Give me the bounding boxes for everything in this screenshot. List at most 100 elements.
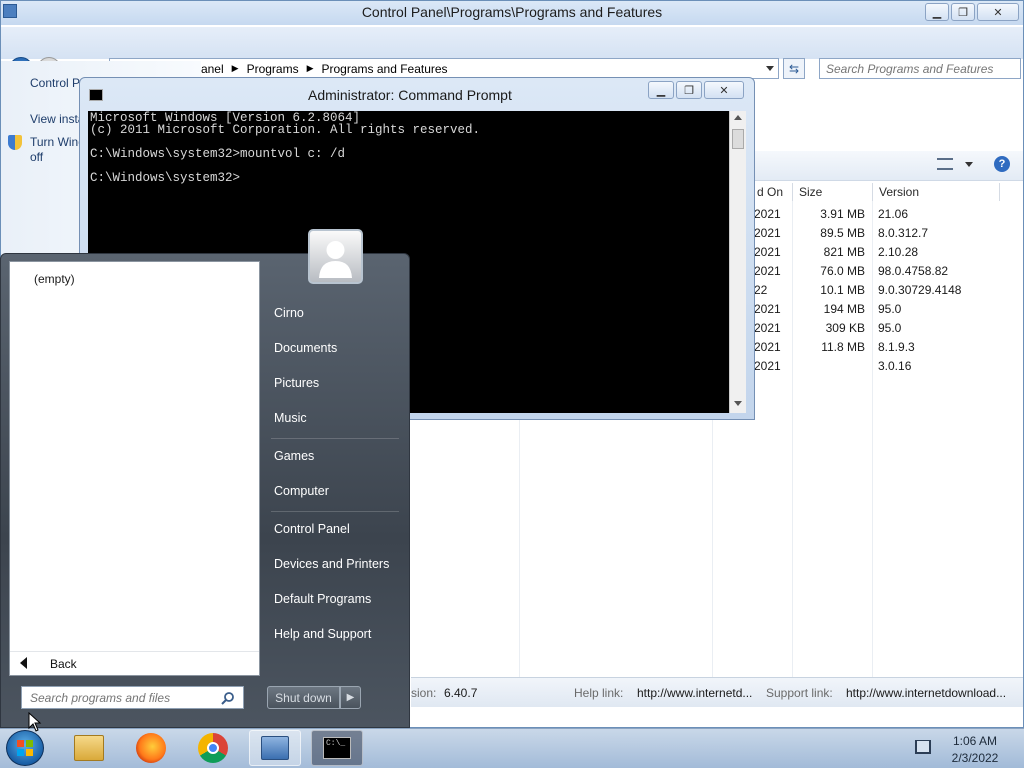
breadcrumb-item[interactable]: Programs (247, 62, 299, 76)
taskbar-chrome-button[interactable] (187, 730, 239, 766)
shutdown-button[interactable]: Shut down (267, 686, 340, 709)
cp-address-bar: ← → ↑ ▶ Control Panel ▶ Programs ▶ Progr… (1, 27, 1023, 81)
cmd-window-title: Administrator: Command Prompt (308, 87, 512, 103)
cell-version: 2.10.28 (878, 245, 919, 259)
cmd-line: C:\Windows\system32>mountvol c: /d (90, 147, 346, 161)
programs-empty-label: (empty) (34, 272, 75, 286)
cell-installed-on: 2021 (754, 264, 781, 278)
start-item-control-panel[interactable]: Control Panel (274, 522, 350, 536)
cell-size: 194 MB (823, 302, 865, 316)
taskbar-control-panel-button[interactable] (249, 730, 301, 766)
start-item-help-support[interactable]: Help and Support (274, 627, 371, 641)
cell-installed-on: 22 (754, 283, 768, 297)
address-dropdown-icon[interactable] (766, 66, 774, 71)
scroll-thumb[interactable] (732, 129, 744, 149)
taskbar-firefox-button[interactable] (125, 730, 177, 766)
scroll-down-icon[interactable] (734, 401, 742, 406)
user-icon (319, 241, 352, 278)
breadcrumb-separator-icon: ▶ (231, 63, 239, 73)
cp-titlebar: Control Panel\Programs\Programs and Feat… (1, 1, 1023, 25)
cmd-minimize-button[interactable]: ▁ (648, 81, 674, 99)
cell-version: 9.0.30729.4148 (878, 283, 962, 297)
cmd-line: C:\Windows\system32> (90, 171, 241, 185)
start-search-input[interactable] (21, 686, 244, 709)
cell-size: 3.91 MB (820, 207, 865, 221)
details-support-value[interactable]: http://www.internetdownload... (846, 686, 1006, 700)
cell-installed-on: 2021 (754, 359, 781, 373)
table-row[interactable]: 2021 194 MB 95.0 (741, 302, 1001, 320)
start-button[interactable] (6, 730, 44, 766)
user-avatar[interactable] (308, 229, 363, 284)
start-item-documents[interactable]: Documents (274, 341, 337, 355)
help-icon[interactable]: ? (994, 156, 1010, 172)
network-icon[interactable] (915, 740, 931, 754)
breadcrumb[interactable]: ▶ Control Panel ▶ Programs ▶ Programs an… (109, 58, 779, 79)
firefox-icon (136, 733, 166, 763)
cell-version: 8.1.9.3 (878, 340, 915, 354)
cmd-window-icon (89, 89, 103, 101)
details-help-label: Help link: (574, 686, 624, 700)
table-row[interactable]: 2021 3.91 MB 21.06 (741, 207, 1001, 225)
breadcrumb-item[interactable]: Programs and Features (322, 62, 448, 76)
chrome-icon (198, 733, 228, 763)
cmd-icon: C:\_ (323, 737, 351, 759)
cp-minimize-button[interactable]: ▁ (925, 3, 949, 21)
grid-line (712, 401, 713, 677)
cmd-scrollbar[interactable] (729, 111, 746, 413)
cell-installed-on: 2021 (754, 340, 781, 354)
start-separator (271, 511, 399, 512)
back-label: Back (50, 657, 77, 671)
start-menu: (empty) Back Cirno Documents Pictures Mu… (0, 253, 410, 728)
cmd-maximize-button[interactable]: ❐ (676, 81, 702, 99)
start-item-cirno[interactable]: Cirno (274, 306, 304, 320)
back-button[interactable]: Back (10, 651, 259, 675)
cp-maximize-button[interactable]: ❐ (951, 3, 975, 21)
start-item-default-programs[interactable]: Default Programs (274, 592, 371, 606)
start-item-computer[interactable]: Computer (274, 484, 329, 498)
cmd-close-button[interactable]: ✕ (704, 81, 744, 99)
cell-installed-on: 2021 (754, 302, 781, 316)
breadcrumb-separator-icon: ▶ (306, 63, 314, 73)
shutdown-options-icon[interactable]: ▶ (340, 686, 361, 709)
mouse-cursor-icon (28, 712, 42, 732)
clock-date[interactable]: 2/3/2022 (940, 751, 1010, 765)
table-row[interactable]: 2021 821 MB 2.10.28 (741, 245, 1001, 263)
windows-features-link-cont[interactable]: off (30, 150, 43, 164)
scroll-up-icon[interactable] (734, 115, 742, 120)
cell-installed-on: 2021 (754, 245, 781, 259)
cell-size: 10.1 MB (820, 283, 865, 297)
cell-version: 21.06 (878, 207, 909, 221)
taskbar-cmd-button[interactable]: C:\_ (311, 730, 363, 766)
cell-version: 95.0 (878, 321, 902, 335)
refresh-icon[interactable]: ⇆ (783, 58, 805, 79)
start-item-pictures[interactable]: Pictures (274, 376, 319, 390)
start-item-games[interactable]: Games (274, 449, 314, 463)
col-header-size[interactable]: Size (799, 185, 822, 199)
cell-size: 309 KB (825, 321, 865, 335)
taskbar-explorer-button[interactable] (63, 730, 115, 766)
start-item-devices-printers[interactable]: Devices and Printers (274, 557, 389, 571)
table-row[interactable]: 22 10.1 MB 9.0.30729.4148 (741, 283, 1001, 301)
table-row[interactable]: 2021 76.0 MB 98.0.4758.82 (741, 264, 1001, 282)
cell-installed-on: 2021 (754, 226, 781, 240)
views-icon[interactable] (937, 158, 953, 170)
start-item-music[interactable]: Music (274, 411, 307, 425)
search-icon (221, 692, 234, 705)
cp-search-input[interactable] (819, 58, 1021, 79)
back-arrow-icon (20, 657, 27, 669)
views-dropdown-icon[interactable] (965, 162, 973, 167)
folder-icon (74, 735, 104, 761)
details-version-label: sion: (411, 686, 437, 700)
start-separator (271, 438, 399, 439)
details-version-value: 6.40.7 (444, 686, 478, 700)
details-help-value[interactable]: http://www.internetd... (637, 686, 752, 700)
col-header-installed-on[interactable]: d On (757, 185, 783, 199)
table-row[interactable]: 2021 309 KB 95.0 (741, 321, 1001, 339)
table-row[interactable]: 2021 89.5 MB 8.0.312.7 (741, 226, 1001, 244)
clock-time[interactable]: 1:06 AM (940, 734, 1010, 748)
col-header-version[interactable]: Version (879, 185, 919, 199)
table-row[interactable]: 2021 11.8 MB 8.1.9.3 (741, 340, 1001, 358)
table-row[interactable]: 2021 3.0.16 (741, 359, 1001, 377)
cp-close-button[interactable]: ✕ (977, 3, 1019, 21)
details-pane: sion: 6.40.7 Help link: http://www.inter… (411, 677, 1023, 707)
